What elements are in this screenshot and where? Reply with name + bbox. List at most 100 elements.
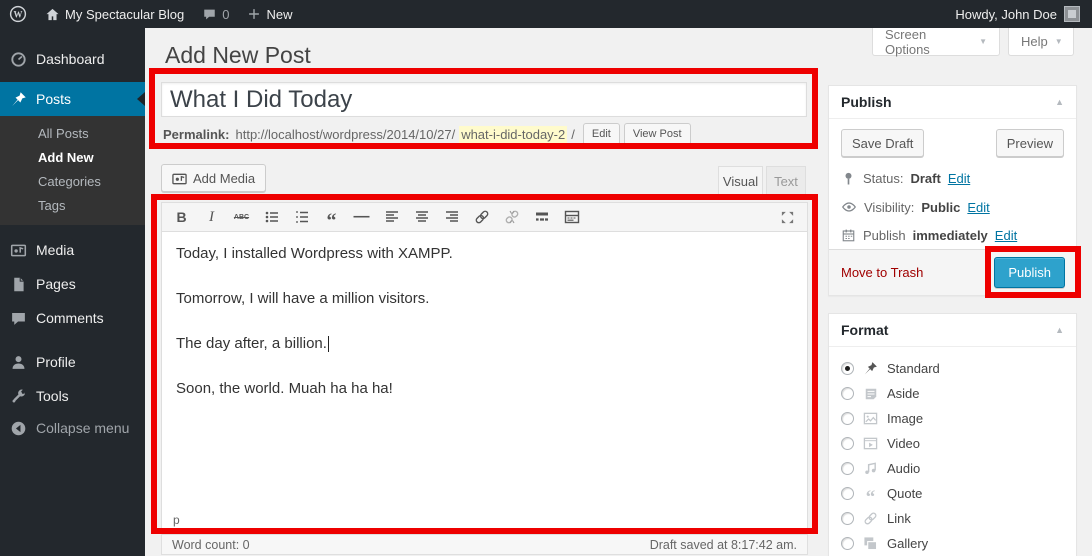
post-content-editor: B I ABC “ — [161,202,808,531]
align-left-icon[interactable] [381,207,402,228]
italic-icon[interactable]: I [201,207,222,228]
collapse-menu-button[interactable]: Collapse menu [0,411,145,445]
sidebar-item-dashboard[interactable]: Dashboard [0,42,145,76]
screen-options-tab[interactable]: Screen Options ▼ [872,28,1000,56]
bold-icon[interactable]: B [171,207,192,228]
sidebar-item-label: Dashboard [36,51,105,67]
editor-element-path[interactable]: p [173,513,180,527]
schedule-row: Publish immediately Edit [841,228,1064,243]
permalink-suffix: / [571,127,575,142]
sidebar-item-label: Tools [36,388,69,404]
help-tab[interactable]: Help ▼ [1008,28,1074,56]
pushpin-icon [862,361,879,376]
bulleted-list-icon[interactable] [261,207,282,228]
submenu-item-tags[interactable]: Tags [0,193,145,217]
distraction-free-icon[interactable] [777,207,798,228]
admin-bar-site-menu[interactable]: My Spectacular Blog [36,0,193,28]
format-option-link[interactable]: Link [841,506,1076,531]
posts-submenu: All Posts Add New Categories Tags [0,116,145,225]
move-to-trash-link[interactable]: Move to Trash [841,265,923,280]
text-tab[interactable]: Text [766,166,806,196]
edit-permalink-button[interactable]: Edit [583,123,620,145]
editor-content-area[interactable]: Today, I installed Wordpress with XAMPP.… [162,232,807,434]
remove-link-icon[interactable] [501,207,522,228]
align-center-icon[interactable] [411,207,432,228]
chevron-down-icon: ▼ [1055,37,1063,46]
radio-unselected[interactable] [841,387,854,400]
comments-count: 0 [222,7,229,22]
align-right-icon[interactable] [441,207,462,228]
wordpress-admin-page: W My Spectacular Blog 0 New Howdy, John … [0,0,1092,556]
submenu-item-add-new[interactable]: Add New [0,145,145,169]
admin-sidebar: Dashboard Posts All Posts Add New Catego… [0,28,145,556]
collapse-toggle-icon[interactable]: ▲ [1055,97,1064,107]
sidebar-item-posts[interactable]: Posts [0,82,145,116]
format-option-quote[interactable]: “ Quote [841,481,1076,506]
help-label: Help [1021,34,1048,49]
user-avatar[interactable] [1064,6,1080,22]
post-title-input[interactable] [161,82,807,117]
visibility-value: Public [921,200,960,215]
visibility-row: Visibility: Public Edit [841,199,1064,215]
sidebar-item-profile[interactable]: Profile [0,345,145,379]
format-metabox-title: Format [841,322,888,338]
radio-unselected[interactable] [841,512,854,525]
format-option-audio[interactable]: Audio [841,456,1076,481]
submenu-item-all-posts[interactable]: All Posts [0,121,145,145]
insert-link-icon[interactable] [471,207,492,228]
format-option-standard[interactable]: Standard [841,356,1076,381]
publish-metabox-title: Publish [841,94,892,110]
sidebar-item-pages[interactable]: Pages [0,267,145,301]
format-option-video[interactable]: Video [841,431,1076,456]
edit-schedule-link[interactable]: Edit [995,228,1017,243]
collapse-toggle-icon[interactable]: ▲ [1055,325,1064,335]
autosave-status: Draft saved at 8:17:42 am. [650,538,797,552]
admin-bar-comments[interactable]: 0 [193,0,238,28]
radio-unselected[interactable] [841,487,854,500]
howdy-menu[interactable]: Howdy, John Doe [955,0,1057,28]
insert-more-tag-icon[interactable] [531,207,552,228]
editor-paragraph: The day after, a billion. [176,333,793,354]
blockquote-icon[interactable]: “ [321,203,342,232]
note-icon [862,387,879,401]
edit-visibility-link[interactable]: Edit [967,200,989,215]
format-metabox-header[interactable]: Format ▲ [829,314,1076,347]
wordpress-logo-menu[interactable]: W [0,0,36,28]
sidebar-item-tools[interactable]: Tools [0,379,145,413]
sidebar-item-comments[interactable]: Comments [0,301,145,335]
radio-unselected[interactable] [841,437,854,450]
format-option-gallery[interactable]: Gallery [841,531,1076,556]
publish-button[interactable]: Publish [994,257,1065,288]
post-status-value: Draft [910,171,940,186]
radio-unselected[interactable] [841,537,854,550]
strikethrough-icon[interactable]: ABC [231,207,252,228]
submenu-item-categories[interactable]: Categories [0,169,145,193]
chevron-down-icon: ▼ [979,37,987,46]
format-option-image[interactable]: Image [841,406,1076,431]
sidebar-item-media[interactable]: Media [0,233,145,267]
text-caret [328,336,329,352]
sidebar-item-label: Comments [36,310,104,326]
permalink-slug: what-i-did-today-2 [459,126,567,143]
format-option-aside[interactable]: Aside [841,381,1076,406]
toolbar-toggle-icon[interactable] [561,207,582,228]
link-icon [862,511,879,526]
permalink-row: Permalink: http://localhost/wordpress/20… [163,122,691,146]
numbered-list-icon[interactable] [291,207,312,228]
radio-unselected[interactable] [841,462,854,475]
schedule-value: immediately [913,228,988,243]
publish-metabox-header[interactable]: Publish ▲ [829,86,1076,119]
view-post-button[interactable]: View Post [624,123,691,145]
radio-unselected[interactable] [841,412,854,425]
eye-icon [841,199,857,215]
visual-tab[interactable]: Visual [718,166,763,196]
edit-status-link[interactable]: Edit [948,171,970,186]
save-draft-button[interactable]: Save Draft [841,129,924,157]
add-media-button[interactable]: Add Media [161,164,266,192]
horizontal-rule-icon[interactable]: — [351,207,372,228]
preview-button[interactable]: Preview [996,129,1064,157]
radio-selected[interactable] [841,362,854,375]
screen-options-label: Screen Options [885,27,972,57]
sidebar-item-label: Profile [36,354,76,370]
admin-bar-new-menu[interactable]: New [238,0,301,28]
